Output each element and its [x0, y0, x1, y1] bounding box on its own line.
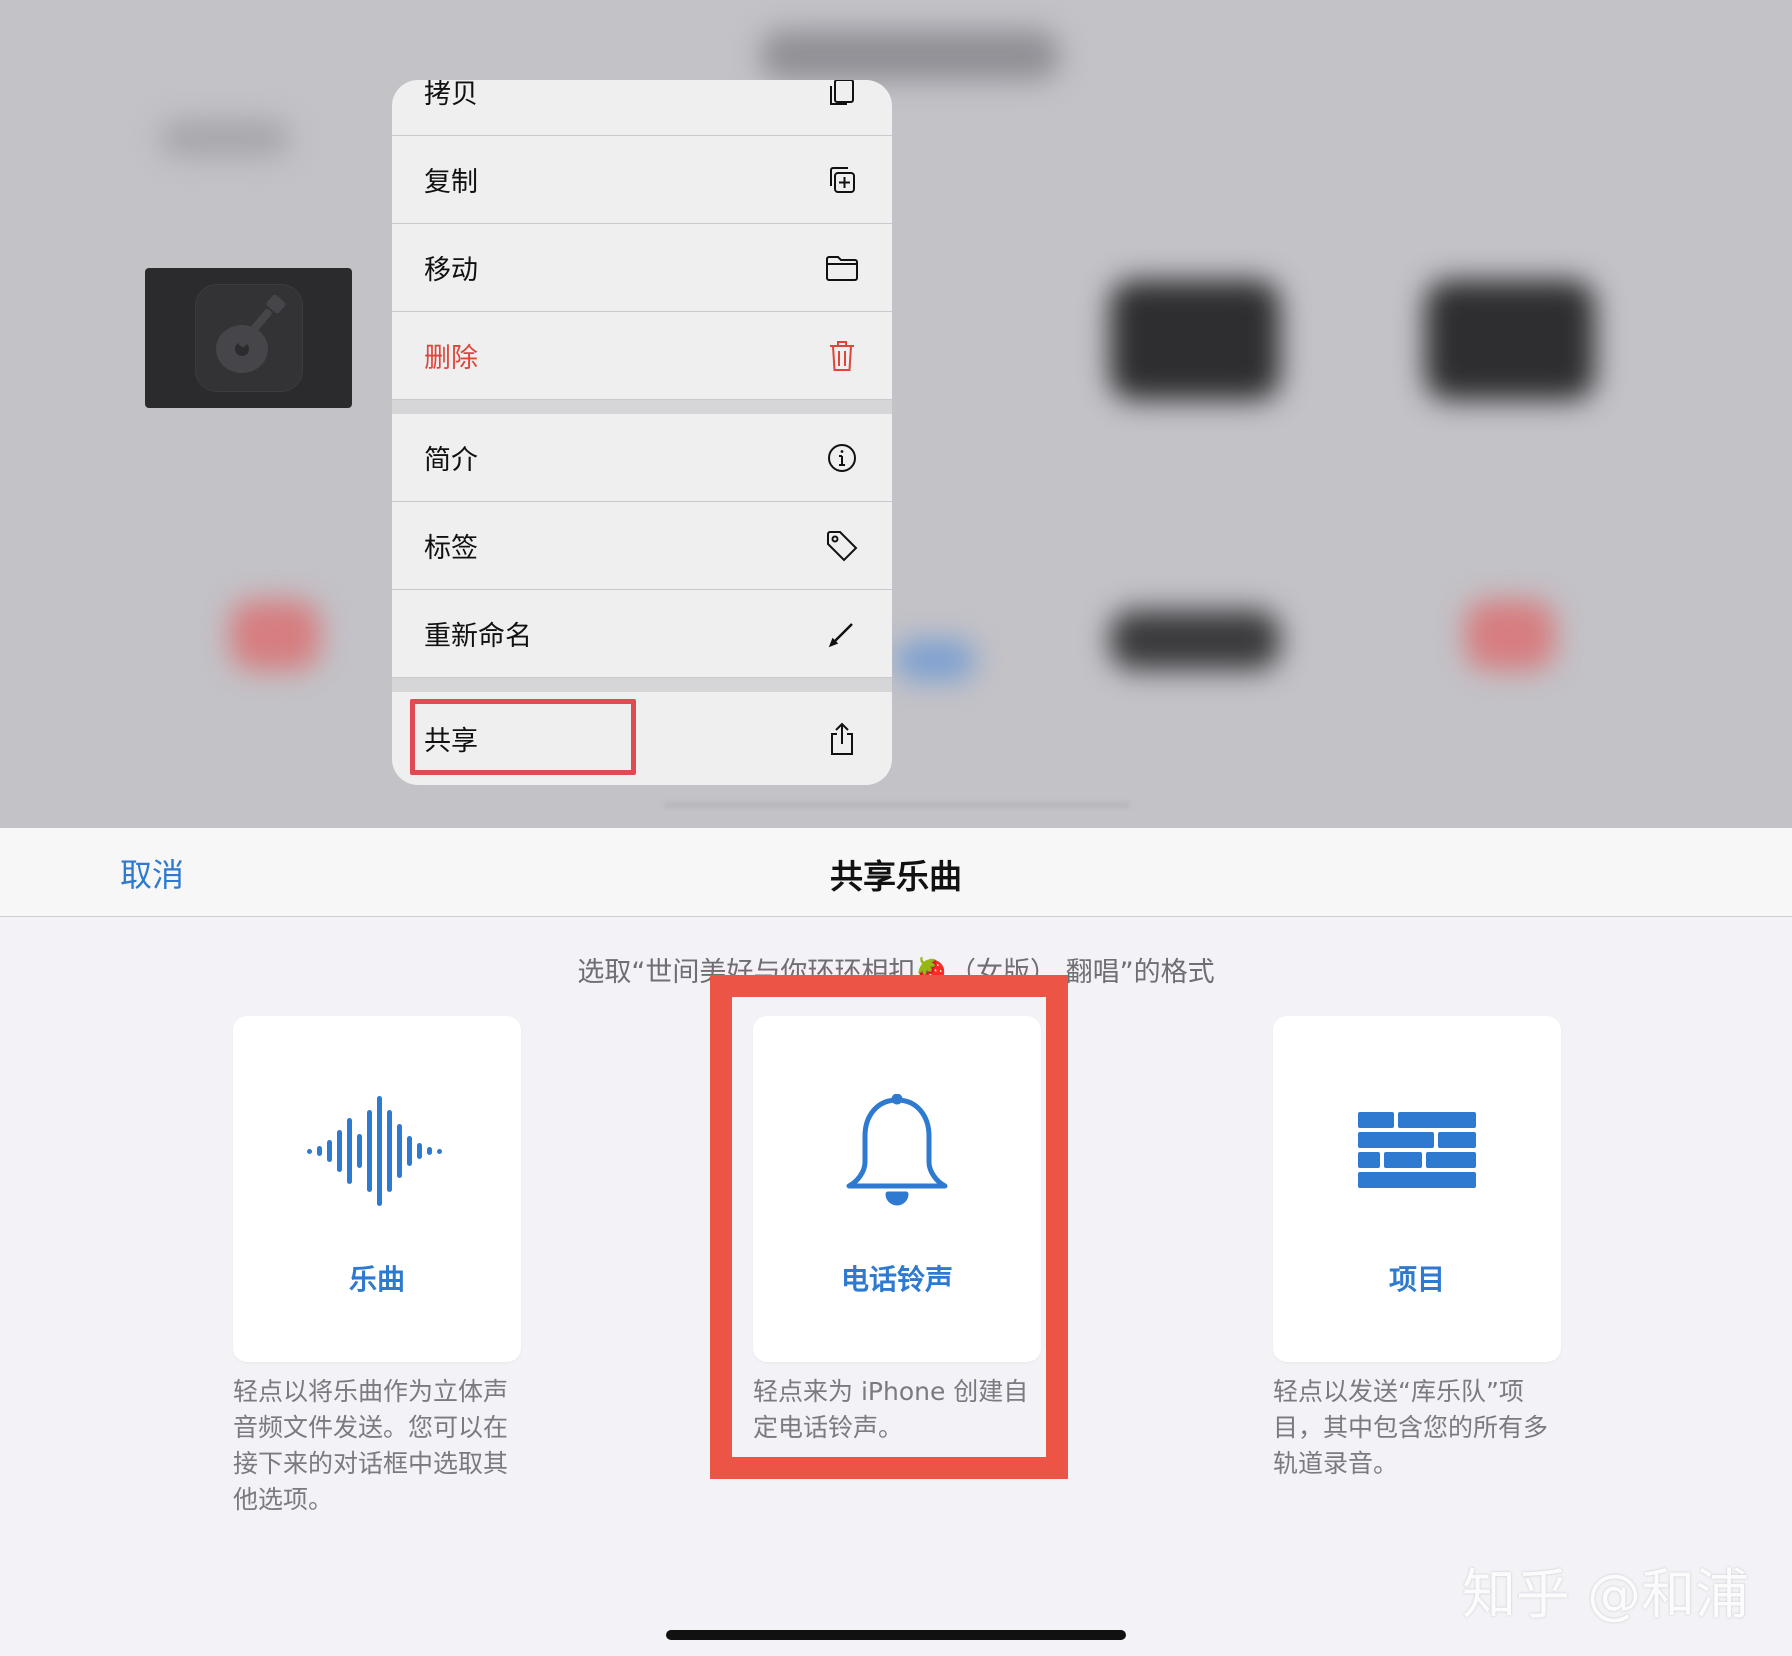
option-description: 轻点以发送“库乐队”项目，其中包含您的所有多轨道录音。	[1273, 1377, 1549, 1478]
menu-item-move[interactable]: 移动	[392, 224, 892, 312]
menu-item-label: 简介	[424, 445, 478, 476]
blurred-file-tile	[230, 600, 320, 670]
blurred-file-tile	[1110, 610, 1280, 670]
info-icon	[824, 440, 860, 476]
duplicate-doc-icon	[824, 80, 860, 110]
sheet-title: 共享乐曲	[830, 857, 962, 896]
ringtone-highlight-box	[710, 975, 1068, 1479]
share-icon	[824, 721, 860, 757]
menu-item-duplicate[interactable]: 拷贝	[392, 80, 892, 136]
menu-item-label: 拷贝	[424, 80, 478, 110]
share-highlight-box	[410, 699, 636, 775]
guitar-icon	[195, 284, 303, 392]
menu-separator	[392, 678, 892, 692]
blurred-nav	[160, 120, 290, 156]
blurred-file-tile	[895, 640, 975, 680]
blurred-home-bar	[664, 802, 1130, 808]
menu-item-label: 重新命名	[424, 621, 532, 652]
bricks-icon	[1273, 1086, 1561, 1216]
menu-item-delete[interactable]: 删除	[392, 312, 892, 400]
menu-item-tags[interactable]: 标签	[392, 502, 892, 590]
menu-separator	[392, 400, 892, 414]
option-project-card[interactable]: 项目	[1273, 1016, 1561, 1362]
menu-item-label: 标签	[424, 533, 478, 564]
option-label: 项目	[1388, 1263, 1445, 1296]
home-indicator[interactable]	[666, 1630, 1126, 1640]
menu-item-label: 移动	[424, 255, 478, 286]
option-song-card[interactable]: 乐曲	[233, 1016, 521, 1362]
trash-icon	[824, 338, 860, 374]
pencil-icon	[824, 616, 860, 652]
context-menu: 拷贝 复制 移动 删除 简介 标签 重新命名 共享	[392, 80, 892, 785]
option-label: 乐曲	[348, 1263, 405, 1296]
menu-item-rename[interactable]: 重新命名	[392, 590, 892, 678]
waveform-icon	[233, 1086, 521, 1216]
share-sheet-header: 取消 共享乐曲	[0, 828, 1792, 917]
menu-item-label: 删除	[424, 343, 478, 374]
option-description: 轻点以将乐曲作为立体声音频文件发送。您可以在接下来的对话框中选取其他选项。	[233, 1377, 509, 1514]
menu-item-info[interactable]: 简介	[392, 414, 892, 502]
blurred-file-tile	[1110, 280, 1280, 400]
blurred-file-tile	[1425, 280, 1595, 400]
menu-item-label: 复制	[424, 167, 478, 198]
folder-icon	[824, 250, 860, 286]
garageband-file-thumbnail[interactable]	[145, 268, 352, 408]
files-background	[0, 0, 1792, 828]
watermark: 知乎 @和浦	[1462, 1563, 1750, 1626]
tag-icon	[824, 528, 860, 564]
blurred-title	[760, 30, 1060, 80]
blurred-file-tile	[1465, 600, 1555, 670]
menu-item-copy[interactable]: 复制	[392, 136, 892, 224]
copy-plus-icon	[824, 162, 860, 198]
